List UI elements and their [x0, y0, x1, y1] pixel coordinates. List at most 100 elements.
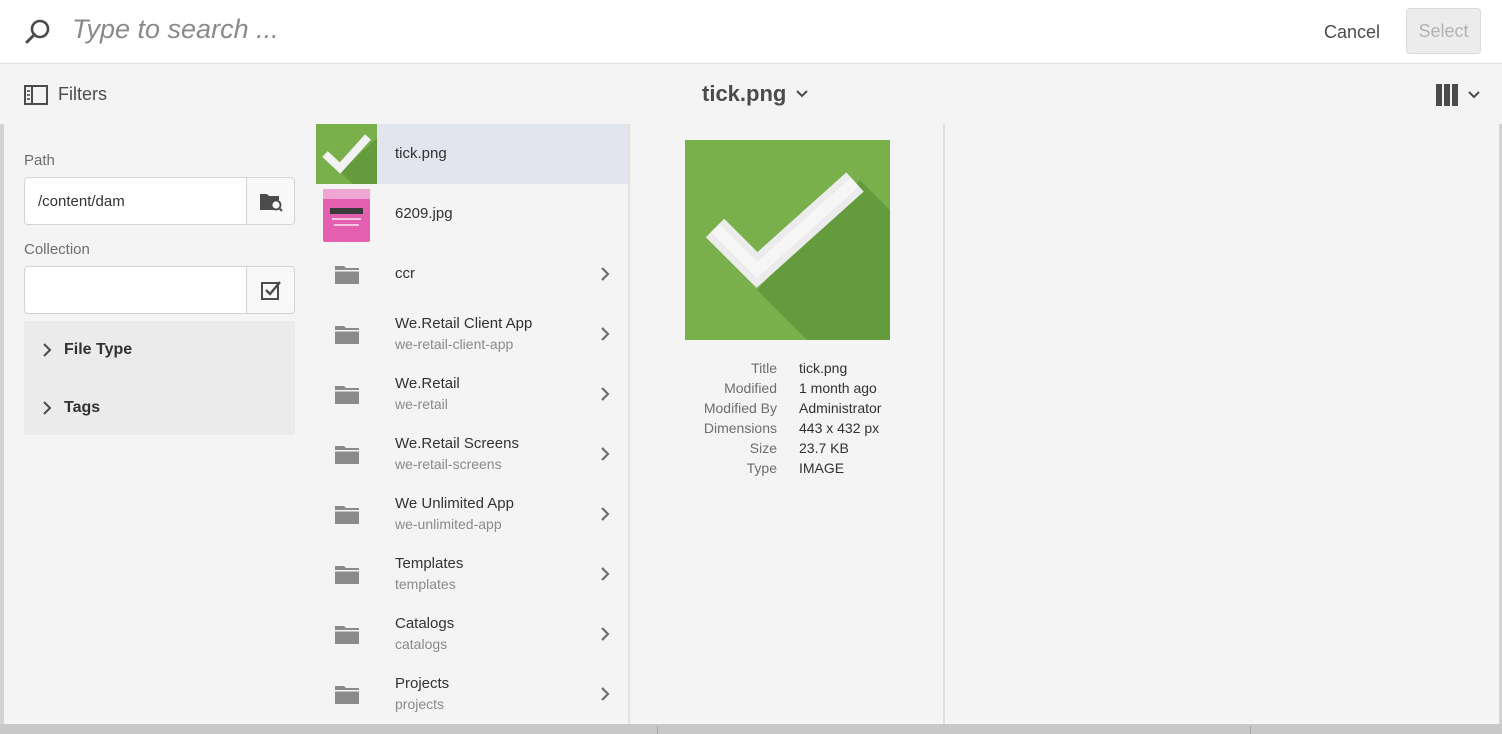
path-browse-button[interactable] — [246, 178, 294, 224]
item-path: catalogs — [395, 636, 448, 652]
list-item[interactable]: Catalogs catalogs — [316, 604, 628, 664]
filter-panel-icon — [24, 84, 48, 105]
accordion-tags[interactable]: Tags — [42, 399, 100, 417]
item-path: projects — [395, 696, 445, 712]
search-input[interactable]: Type to search ... — [72, 14, 279, 45]
details-column: Title tick.png Modified 1 month ago Modi… — [632, 124, 945, 724]
meta-value: 23.7 KB — [799, 440, 849, 456]
list-item[interactable]: Projects projects — [316, 664, 628, 724]
item-name: tick.png — [395, 145, 447, 162]
folder-icon — [335, 326, 359, 344]
view-switcher[interactable] — [1436, 84, 1480, 106]
item-path: templates — [395, 576, 456, 592]
chevron-down-icon — [1468, 91, 1480, 99]
item-name: Catalogs — [395, 615, 455, 632]
page-title: tick.png — [702, 81, 787, 106]
item-name: We.Retail — [395, 375, 460, 392]
item-path: we-retail — [395, 396, 448, 412]
filters-label: Filters — [58, 84, 107, 104]
meta-value: Administrator — [799, 400, 882, 416]
item-name: We.Retail Client App — [395, 315, 533, 332]
meta-key: Type — [746, 460, 777, 476]
folder-icon — [335, 506, 359, 524]
meta-row: Type IMAGE — [632, 460, 945, 480]
list-item[interactable]: tick.png — [316, 124, 628, 184]
list-item[interactable]: We.Retail Screens we-retail-screens — [316, 424, 628, 484]
empty-column — [947, 124, 1499, 724]
product-thumbnail — [316, 184, 377, 244]
list-item[interactable]: We.Retail we-retail — [316, 364, 628, 424]
asset-column: tick.png 6209.jpg ccr We.Retail Client A… — [316, 124, 630, 724]
checkbox-icon — [260, 281, 281, 300]
item-path: we-retail-screens — [395, 456, 502, 472]
meta-value: tick.png — [799, 360, 848, 376]
filters-toggle-button[interactable]: Filters — [24, 84, 107, 105]
item-name: We.Retail Screens — [395, 435, 519, 452]
accordion-file-type[interactable]: File Type — [42, 341, 132, 359]
list-item[interactable]: 6209.jpg — [316, 184, 628, 244]
chevron-right-icon — [43, 343, 52, 357]
title-dropdown[interactable]: tick.png — [702, 81, 809, 107]
chevron-right-icon[interactable] — [600, 686, 610, 702]
filter-panel: Path /content/dam Collection File Type T… — [4, 124, 316, 724]
column-view-icon — [1436, 84, 1458, 106]
item-name: 6209.jpg — [395, 205, 453, 222]
collection-label: Collection — [24, 241, 90, 258]
folder-icon — [335, 266, 359, 284]
list-item[interactable]: Templates templates — [316, 544, 628, 604]
asset-preview — [685, 140, 890, 340]
meta-value: IMAGE — [799, 460, 845, 476]
chevron-right-icon[interactable] — [600, 326, 610, 342]
chevron-down-icon — [796, 90, 809, 98]
collection-field[interactable] — [24, 266, 295, 314]
chevron-right-icon[interactable] — [600, 506, 610, 522]
list-item[interactable]: ccr — [316, 244, 628, 304]
meta-row: Size 23.7 KB — [632, 440, 945, 460]
list-item[interactable]: We.Retail Client App we-retail-client-ap… — [316, 304, 628, 364]
item-name: Projects — [395, 675, 450, 692]
accordion-label: File Type — [64, 341, 133, 358]
search-icon — [25, 19, 50, 44]
meta-row: Dimensions 443 x 432 px — [632, 420, 945, 440]
item-path: we-unlimited-app — [395, 516, 502, 532]
folder-icon — [335, 386, 359, 404]
accordion-label: Tags — [64, 399, 101, 416]
meta-row: Title tick.png — [632, 360, 945, 380]
folder-icon — [335, 566, 359, 584]
chevron-right-icon[interactable] — [600, 386, 610, 402]
meta-key: Title — [751, 360, 777, 376]
select-button[interactable]: Select — [1406, 8, 1481, 54]
filter-accordion: File Type Tags — [24, 321, 295, 435]
asset-metadata: Title tick.png Modified 1 month ago Modi… — [632, 360, 945, 480]
meta-row: Modified 1 month ago — [632, 380, 945, 400]
item-name: Templates — [395, 555, 464, 572]
path-value: /content/dam — [38, 193, 125, 210]
chevron-right-icon[interactable] — [600, 626, 610, 642]
item-name: We Unlimited App — [395, 495, 514, 512]
meta-key: Size — [749, 440, 777, 456]
folder-icon — [335, 446, 359, 464]
chevron-right-icon[interactable] — [600, 446, 610, 462]
tick-thumbnail — [316, 124, 377, 184]
toolbar: Filters tick.png — [0, 64, 1502, 124]
path-field[interactable]: /content/dam — [24, 177, 295, 225]
chevron-right-icon — [43, 401, 52, 415]
meta-key: Dimensions — [703, 420, 777, 436]
window-frame-bottom — [0, 724, 1502, 734]
list-item[interactable]: We Unlimited App we-unlimited-app — [316, 484, 628, 544]
path-label: Path — [24, 152, 55, 169]
search-bar: Type to search ... Cancel Select — [0, 0, 1502, 64]
cancel-button[interactable]: Cancel — [1310, 16, 1394, 48]
meta-value: 443 x 432 px — [799, 420, 880, 436]
meta-row: Modified By Administrator — [632, 400, 945, 420]
folder-icon — [335, 626, 359, 644]
folder-browse-icon — [259, 194, 283, 212]
meta-value: 1 month ago — [799, 380, 877, 396]
item-path: we-retail-client-app — [395, 336, 514, 352]
meta-key: Modified By — [703, 400, 777, 416]
folder-icon — [335, 686, 359, 704]
chevron-right-icon[interactable] — [600, 266, 610, 282]
chevron-right-icon[interactable] — [600, 566, 610, 582]
meta-key: Modified — [724, 380, 777, 396]
collection-picker-button[interactable] — [246, 267, 294, 313]
